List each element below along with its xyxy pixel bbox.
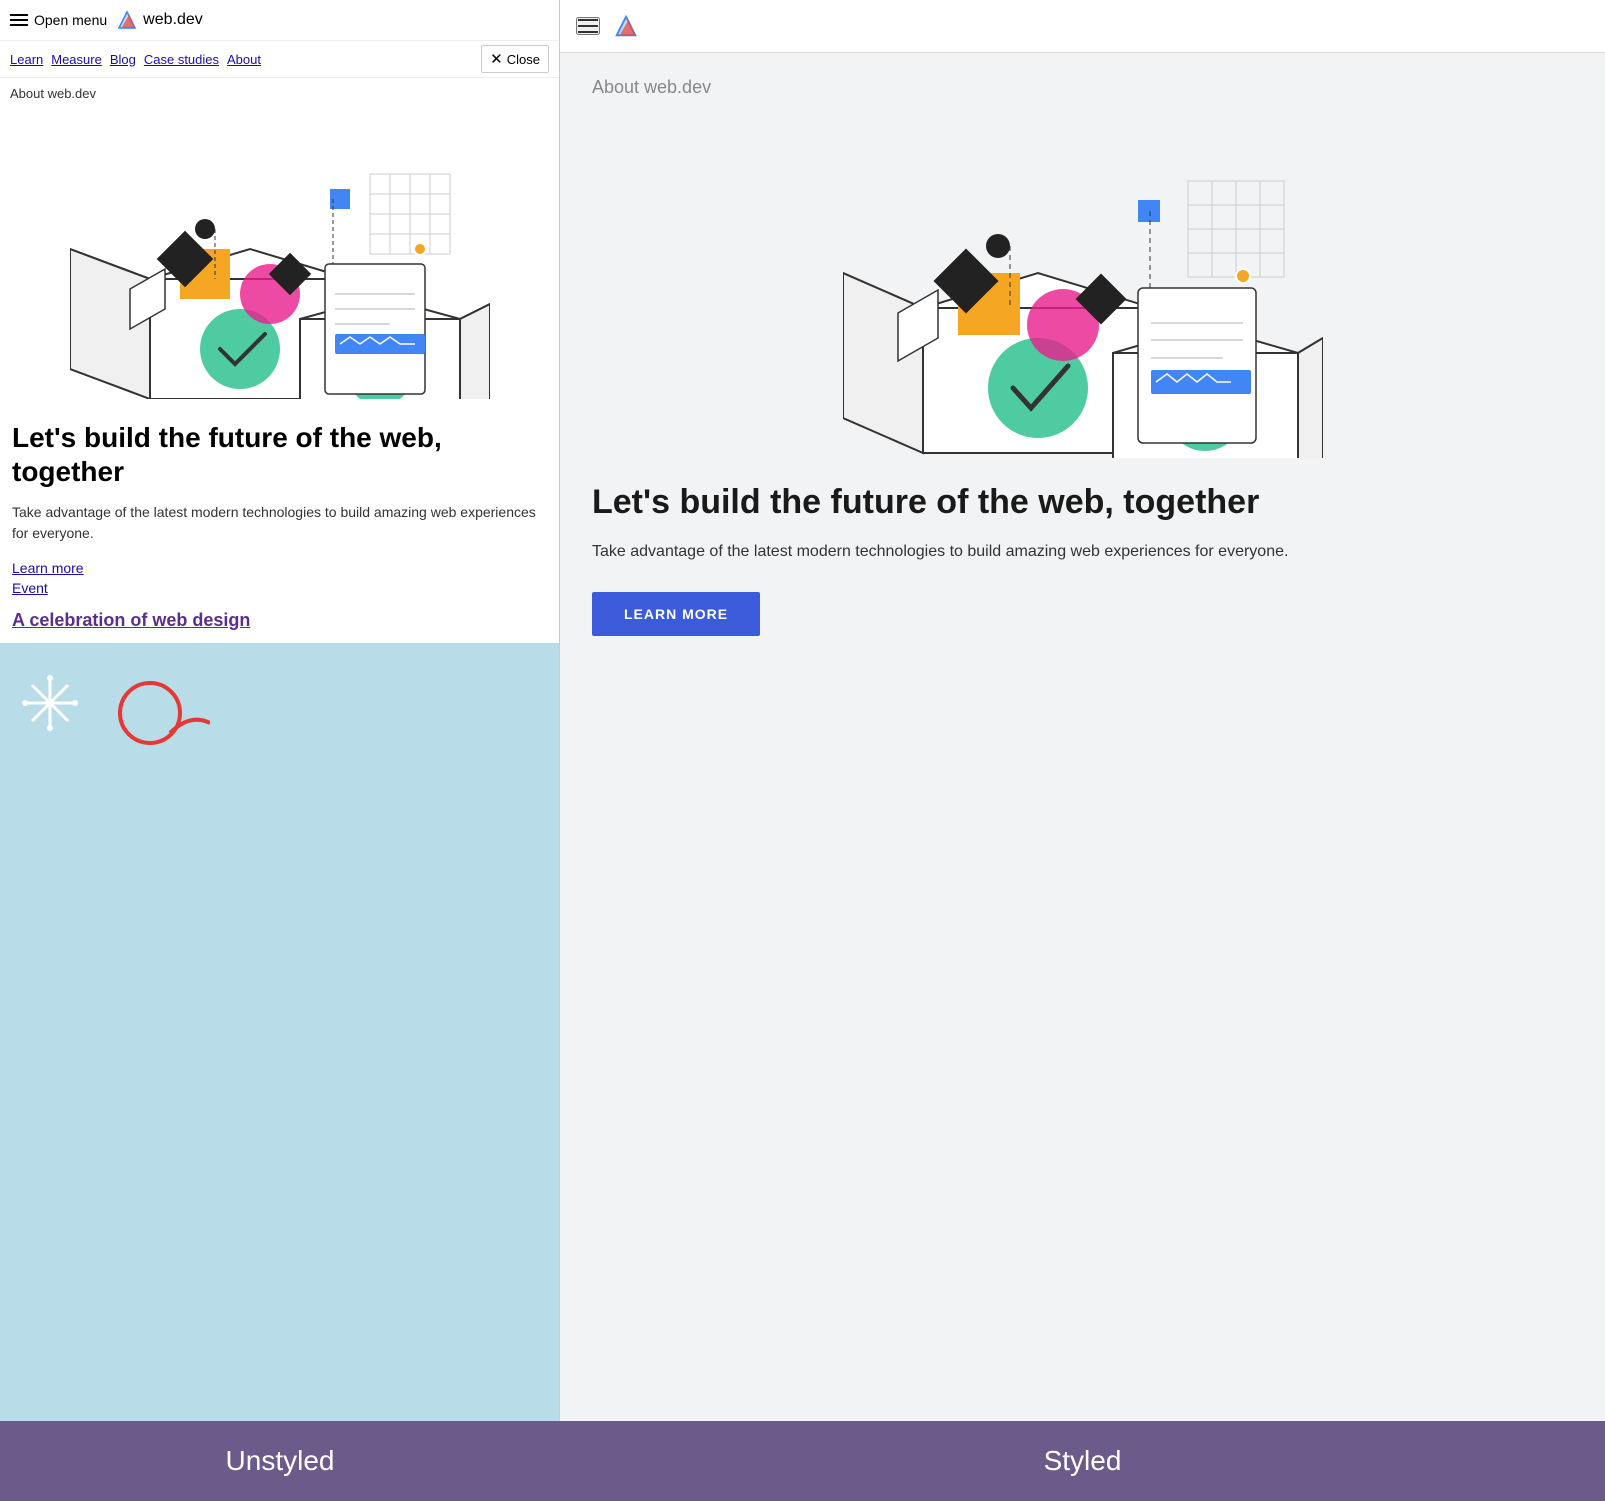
nav-measure[interactable]: Measure xyxy=(51,52,102,67)
logo-icon-left xyxy=(115,8,139,32)
panel-unstyled: Open menu web.dev Learn Measure Blog Cas… xyxy=(0,0,560,1421)
nav-links: Learn Measure Blog Case studies About ✕ … xyxy=(0,41,559,78)
close-button[interactable]: ✕ Close xyxy=(481,45,549,73)
nav-about[interactable]: About xyxy=(227,52,261,67)
hero-illustration-left xyxy=(70,119,490,399)
illustration-right xyxy=(592,118,1573,458)
learn-more-link-left[interactable]: Learn more xyxy=(12,560,547,576)
celebration-link[interactable]: A celebration of web design xyxy=(12,610,250,630)
snowflake-decoration xyxy=(10,653,210,753)
unstyled-label: Unstyled xyxy=(226,1445,335,1477)
label-unstyled: Unstyled xyxy=(0,1421,560,1501)
about-label-right: About web.dev xyxy=(592,77,1573,98)
left-header: Open menu web.dev xyxy=(0,0,559,41)
hero-illustration-right xyxy=(843,118,1323,458)
panel-styled: About web.dev xyxy=(560,0,1605,1421)
nav-learn[interactable]: Learn xyxy=(10,52,43,67)
about-label-left: About web.dev xyxy=(0,78,559,109)
logo-left: web.dev xyxy=(115,8,203,32)
right-header xyxy=(560,0,1605,53)
menu-label: Open menu xyxy=(34,12,107,28)
labels-row: Unstyled Styled xyxy=(0,1421,1605,1501)
styled-label: Styled xyxy=(1044,1445,1122,1477)
learn-more-button[interactable]: LEARN MORE xyxy=(592,592,760,636)
illustration-left xyxy=(0,109,559,409)
logo-icon-right xyxy=(612,12,640,40)
logo-text-left: web.dev xyxy=(143,11,203,29)
desc-right: Take advantage of the latest modern tech… xyxy=(592,539,1573,565)
close-label: Close xyxy=(507,52,540,67)
nav-blog[interactable]: Blog xyxy=(110,52,136,67)
heading-right: Let's build the future of the web, toget… xyxy=(592,482,1573,523)
desc-left: Take advantage of the latest modern tech… xyxy=(12,502,547,544)
label-styled: Styled xyxy=(560,1421,1605,1501)
event-link-left[interactable]: Event xyxy=(12,580,547,596)
heading-left: Let's build the future of the web, toget… xyxy=(12,421,547,488)
nav-case-studies[interactable]: Case studies xyxy=(144,52,219,67)
right-content: About web.dev xyxy=(560,53,1605,660)
close-icon: ✕ xyxy=(490,50,503,68)
hamburger-icon xyxy=(10,14,28,26)
open-menu-button[interactable]: Open menu xyxy=(10,12,107,28)
links-left: Learn more Event xyxy=(12,560,547,596)
content-left: Let's build the future of the web, toget… xyxy=(0,409,559,643)
snowflake-area xyxy=(0,643,559,1421)
hamburger-button-right[interactable] xyxy=(576,17,600,35)
